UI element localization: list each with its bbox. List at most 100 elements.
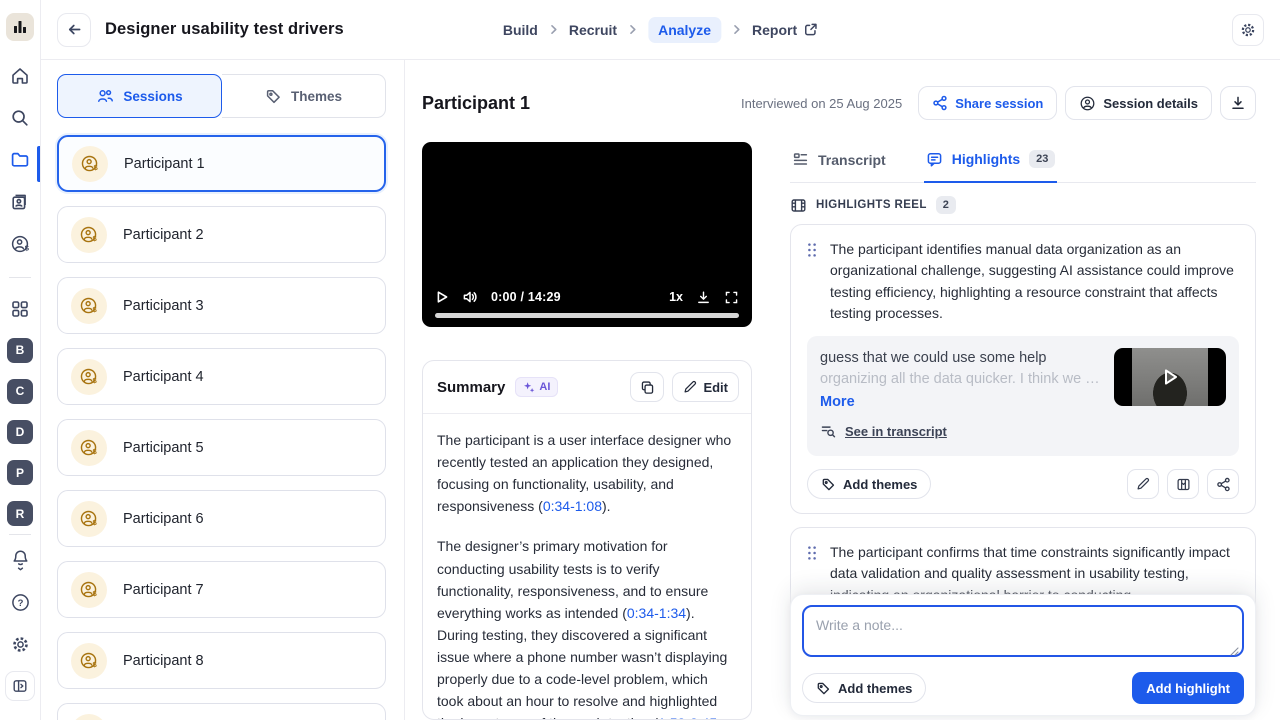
transcript-icon (792, 151, 809, 168)
play-icon[interactable] (435, 290, 449, 304)
breadcrumb-build[interactable]: Build (503, 22, 538, 38)
highlight-quote-box: guess that we could use some help organi… (807, 336, 1239, 456)
nav-home[interactable] (9, 65, 31, 87)
share-session-label: Share session (955, 96, 1043, 111)
workspace-avatar-p[interactable]: P (7, 460, 33, 485)
svg-text:$: $ (93, 589, 98, 598)
right-of-rail: Designer usability test drivers Build Re… (41, 0, 1280, 720)
home-icon (10, 66, 30, 86)
remove-from-reel-button[interactable] (1167, 469, 1199, 499)
share-highlight-button[interactable] (1207, 469, 1239, 499)
drag-handle-icon[interactable] (807, 242, 817, 324)
tab-themes[interactable]: Themes (222, 74, 386, 118)
participant-card-3[interactable]: $ Participant 3 (57, 277, 386, 334)
playback-speed[interactable]: 1x (669, 290, 683, 304)
more-link[interactable]: More (820, 392, 1100, 413)
add-highlight-button[interactable]: Add highlight (1132, 672, 1244, 704)
chevron-right-icon (626, 23, 639, 36)
back-button[interactable] (57, 13, 91, 47)
nav-projects[interactable] (9, 149, 31, 171)
workspace-avatar-b[interactable]: B (7, 338, 33, 363)
participant-card-5[interactable]: $ Participant 5 (57, 419, 386, 476)
breadcrumb-recruit[interactable]: Recruit (569, 22, 617, 38)
reel-count-badge: 2 (936, 196, 957, 214)
collapse-sidebar-button[interactable] (5, 671, 35, 701)
video-player[interactable]: 0:00 / 14:29 1x (422, 142, 752, 327)
edit-highlight-button[interactable] (1127, 469, 1159, 499)
gear-icon (10, 634, 31, 655)
tag-icon (816, 681, 831, 696)
nav-contacts[interactable] (9, 191, 31, 213)
participant-card-7[interactable]: $ Participant 7 (57, 561, 386, 618)
participant-card-6[interactable]: $ Participant 6 (57, 490, 386, 547)
share-session-button[interactable]: Share session (918, 86, 1057, 120)
icon-rail: $ B C D P R ? (0, 0, 41, 720)
svg-text:$: $ (93, 518, 98, 527)
participant-avatar: $ (71, 501, 107, 537)
summary-card: Summary AI (422, 360, 752, 720)
participant-label: Participant 8 (123, 653, 204, 669)
copy-summary-button[interactable] (630, 372, 664, 402)
fullscreen-icon[interactable] (724, 290, 739, 305)
timestamp-link[interactable]: 0:34-1:34 (627, 605, 686, 621)
breadcrumb-analyze[interactable]: Analyze (648, 17, 721, 43)
volume-icon[interactable] (462, 289, 478, 305)
resize-grip-icon[interactable] (1230, 647, 1239, 656)
summary-text: ). (602, 498, 611, 514)
grid-icon (10, 299, 30, 319)
rail-divider-2 (9, 534, 31, 535)
see-in-transcript-link[interactable]: See in transcript (820, 423, 947, 439)
participant-list: $ Participant 1 $ Participant 2 $ Partic… (57, 135, 386, 720)
edit-summary-label: Edit (703, 380, 728, 395)
settings-button[interactable] (9, 633, 31, 655)
tab-transcript-label: Transcript (818, 152, 886, 168)
summary-header: Summary AI (423, 361, 751, 414)
tab-transcript[interactable]: Transcript (790, 142, 888, 182)
participant-card-8[interactable]: $ Participant 8 (57, 632, 386, 689)
tab-highlights[interactable]: Highlights 23 (924, 142, 1058, 183)
workspace-avatar-d[interactable]: D (7, 420, 33, 445)
workspace-avatar-r[interactable]: R (7, 501, 33, 526)
transcript-search-icon (820, 423, 836, 439)
participant-card-9[interactable]: $ Participant 9 (57, 703, 386, 720)
note-composer: Add themes Add highlight (790, 594, 1256, 716)
download-icon[interactable] (696, 290, 711, 305)
participant-card-2[interactable]: $ Participant 2 (57, 206, 386, 263)
pencil-icon (1136, 477, 1150, 491)
quote-main: guess that we could use some help organi… (820, 348, 1226, 413)
timestamp-link[interactable]: 1:53-2:45, (658, 715, 721, 719)
highlight-actions (1127, 469, 1239, 499)
tab-sessions[interactable]: Sessions (57, 74, 222, 118)
project-settings-button[interactable] (1232, 14, 1264, 46)
participant-label: Participant 2 (123, 227, 204, 243)
download-icon (1230, 95, 1246, 111)
notifications-button[interactable] (9, 549, 31, 571)
nav-participants[interactable]: $ (9, 233, 31, 255)
add-themes-button[interactable]: Add themes (802, 673, 926, 703)
add-themes-button[interactable]: Add themes (807, 469, 931, 499)
clip-thumbnail[interactable] (1114, 348, 1226, 406)
quote-line-2: organizing all the data quicker. I think… (820, 369, 1100, 390)
note-input[interactable] (802, 605, 1244, 657)
video-progress-bar[interactable] (435, 313, 739, 318)
participant-avatar: $ (72, 146, 108, 182)
participant-card-1[interactable]: $ Participant 1 (57, 135, 386, 192)
chevron-right-icon (547, 23, 560, 36)
workspace-avatar-c[interactable]: C (7, 379, 33, 404)
breadcrumb-report[interactable]: Report (752, 22, 818, 38)
participant-card-4[interactable]: $ Participant 4 (57, 348, 386, 405)
app-logo[interactable] (6, 13, 34, 41)
participant-label: Participant 7 (123, 582, 204, 598)
nav-search[interactable] (9, 107, 31, 129)
svg-text:$: $ (93, 234, 98, 243)
session-details-button[interactable]: Session details (1065, 86, 1212, 120)
help-button[interactable]: ? (9, 591, 31, 613)
active-rail-indicator (37, 146, 40, 182)
edit-summary-button[interactable]: Edit (672, 372, 739, 402)
timestamp-link[interactable]: 0:34-1:08 (543, 498, 602, 514)
highlight-card-top: The participant identifies manual data o… (807, 239, 1239, 324)
download-session-button[interactable] (1220, 86, 1256, 120)
breadcrumb: Build Recruit Analyze Report (503, 17, 818, 43)
video-controls-right: 1x (669, 290, 739, 305)
nav-apps[interactable] (9, 298, 31, 320)
